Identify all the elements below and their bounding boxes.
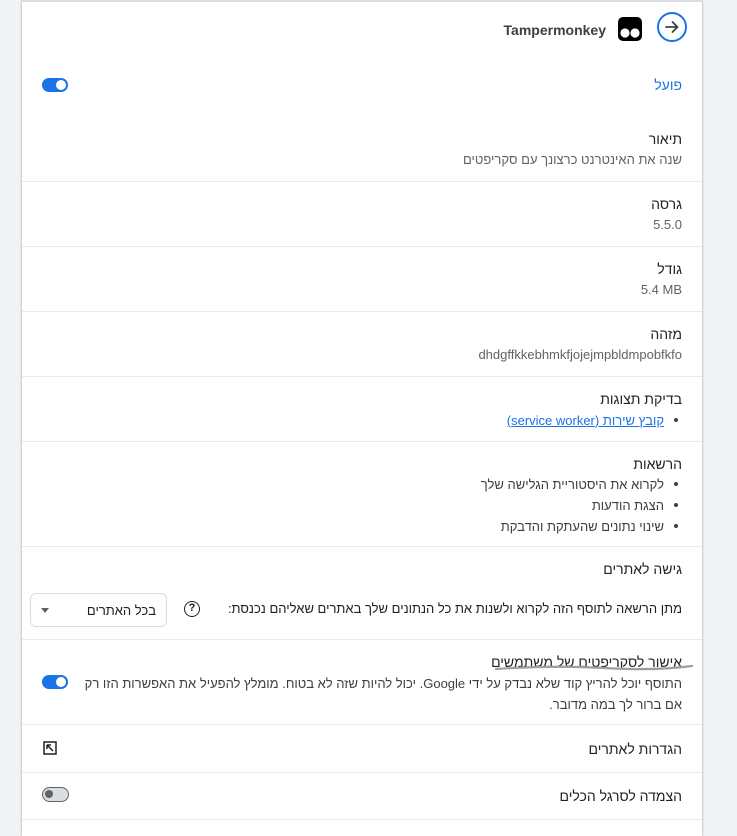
- divider: [22, 724, 702, 725]
- version-label: גרסה: [651, 196, 682, 212]
- size-label: גודל: [657, 261, 682, 277]
- size-value: 5.4 MB: [640, 282, 682, 297]
- user-scripts-description: התוסף יוכל להריץ קוד שלא נבדק על ידי Goo…: [84, 676, 682, 712]
- description-value: שנה את האינטרנט כרצונך עם סקריפטים: [462, 152, 682, 167]
- divider: [22, 639, 702, 640]
- pin-toolbar-toggle[interactable]: [42, 787, 69, 802]
- divider: [22, 311, 702, 312]
- list-item: לקרוא את היסטוריית הגלישה שלך: [481, 474, 679, 495]
- toggle-knob: [56, 677, 66, 687]
- version-value: 5.5.0: [653, 217, 682, 232]
- divider: [22, 546, 702, 547]
- extension-details-card: Tampermonkey פועל תיאור שנה את האינטרנט …: [22, 0, 702, 836]
- permissions-label: הרשאות: [633, 456, 682, 472]
- list-item: קובץ שירות (service worker): [507, 410, 679, 431]
- help-icon[interactable]: ?: [184, 601, 200, 617]
- site-access-selected: בכל האתרים: [86, 603, 156, 618]
- user-scripts-toggle[interactable]: [42, 675, 68, 689]
- site-settings-label: הגדרות לאתרים: [588, 741, 682, 757]
- pin-toolbar-label: הצמדה לסרגל הכלים: [559, 788, 682, 804]
- divider: [22, 181, 702, 182]
- list-item: שינוי נתונים שהעתקת והדבקת: [481, 516, 679, 537]
- extension-name: Tampermonkey: [503, 22, 606, 38]
- open-external-icon[interactable]: [43, 741, 57, 755]
- service-worker-link[interactable]: קובץ שירות (service worker): [507, 413, 664, 428]
- inspect-views-list: קובץ שירות (service worker): [507, 410, 682, 431]
- toggle-knob: [56, 80, 66, 90]
- site-access-label: גישה לאתרים: [603, 561, 682, 577]
- divider: [22, 441, 702, 442]
- divider: [22, 376, 702, 377]
- top-divider: [22, 0, 702, 2]
- site-access-select[interactable]: בכל האתרים: [30, 593, 167, 627]
- highlight-underline-icon: [494, 664, 694, 671]
- back-button[interactable]: [657, 12, 687, 42]
- divider: [22, 819, 702, 820]
- site-access-description: מתן הרשאה לתוסף הזה לקרוא ולשנות את כל ה…: [227, 601, 682, 616]
- status-label: פועל: [654, 77, 682, 93]
- inspect-views-label: בדיקת תצוגות: [600, 391, 682, 407]
- description-label: תיאור: [648, 131, 682, 147]
- permissions-list: לקרוא את היסטוריית הגלישה שלך הצגת הודעו…: [481, 474, 682, 537]
- list-item: הצגת הודעות: [481, 495, 679, 516]
- tampermonkey-logo-icon: [618, 17, 642, 41]
- id-value: dhdgffkkebhmkfjojejmpbldmpobfkfo: [478, 347, 682, 362]
- divider: [22, 246, 702, 247]
- id-label: מזהה: [650, 326, 682, 342]
- toggle-knob: [45, 790, 53, 798]
- arrow-circle-icon: [665, 21, 679, 33]
- divider: [22, 772, 702, 773]
- chevron-down-icon: [41, 608, 49, 613]
- enable-toggle[interactable]: [42, 78, 68, 92]
